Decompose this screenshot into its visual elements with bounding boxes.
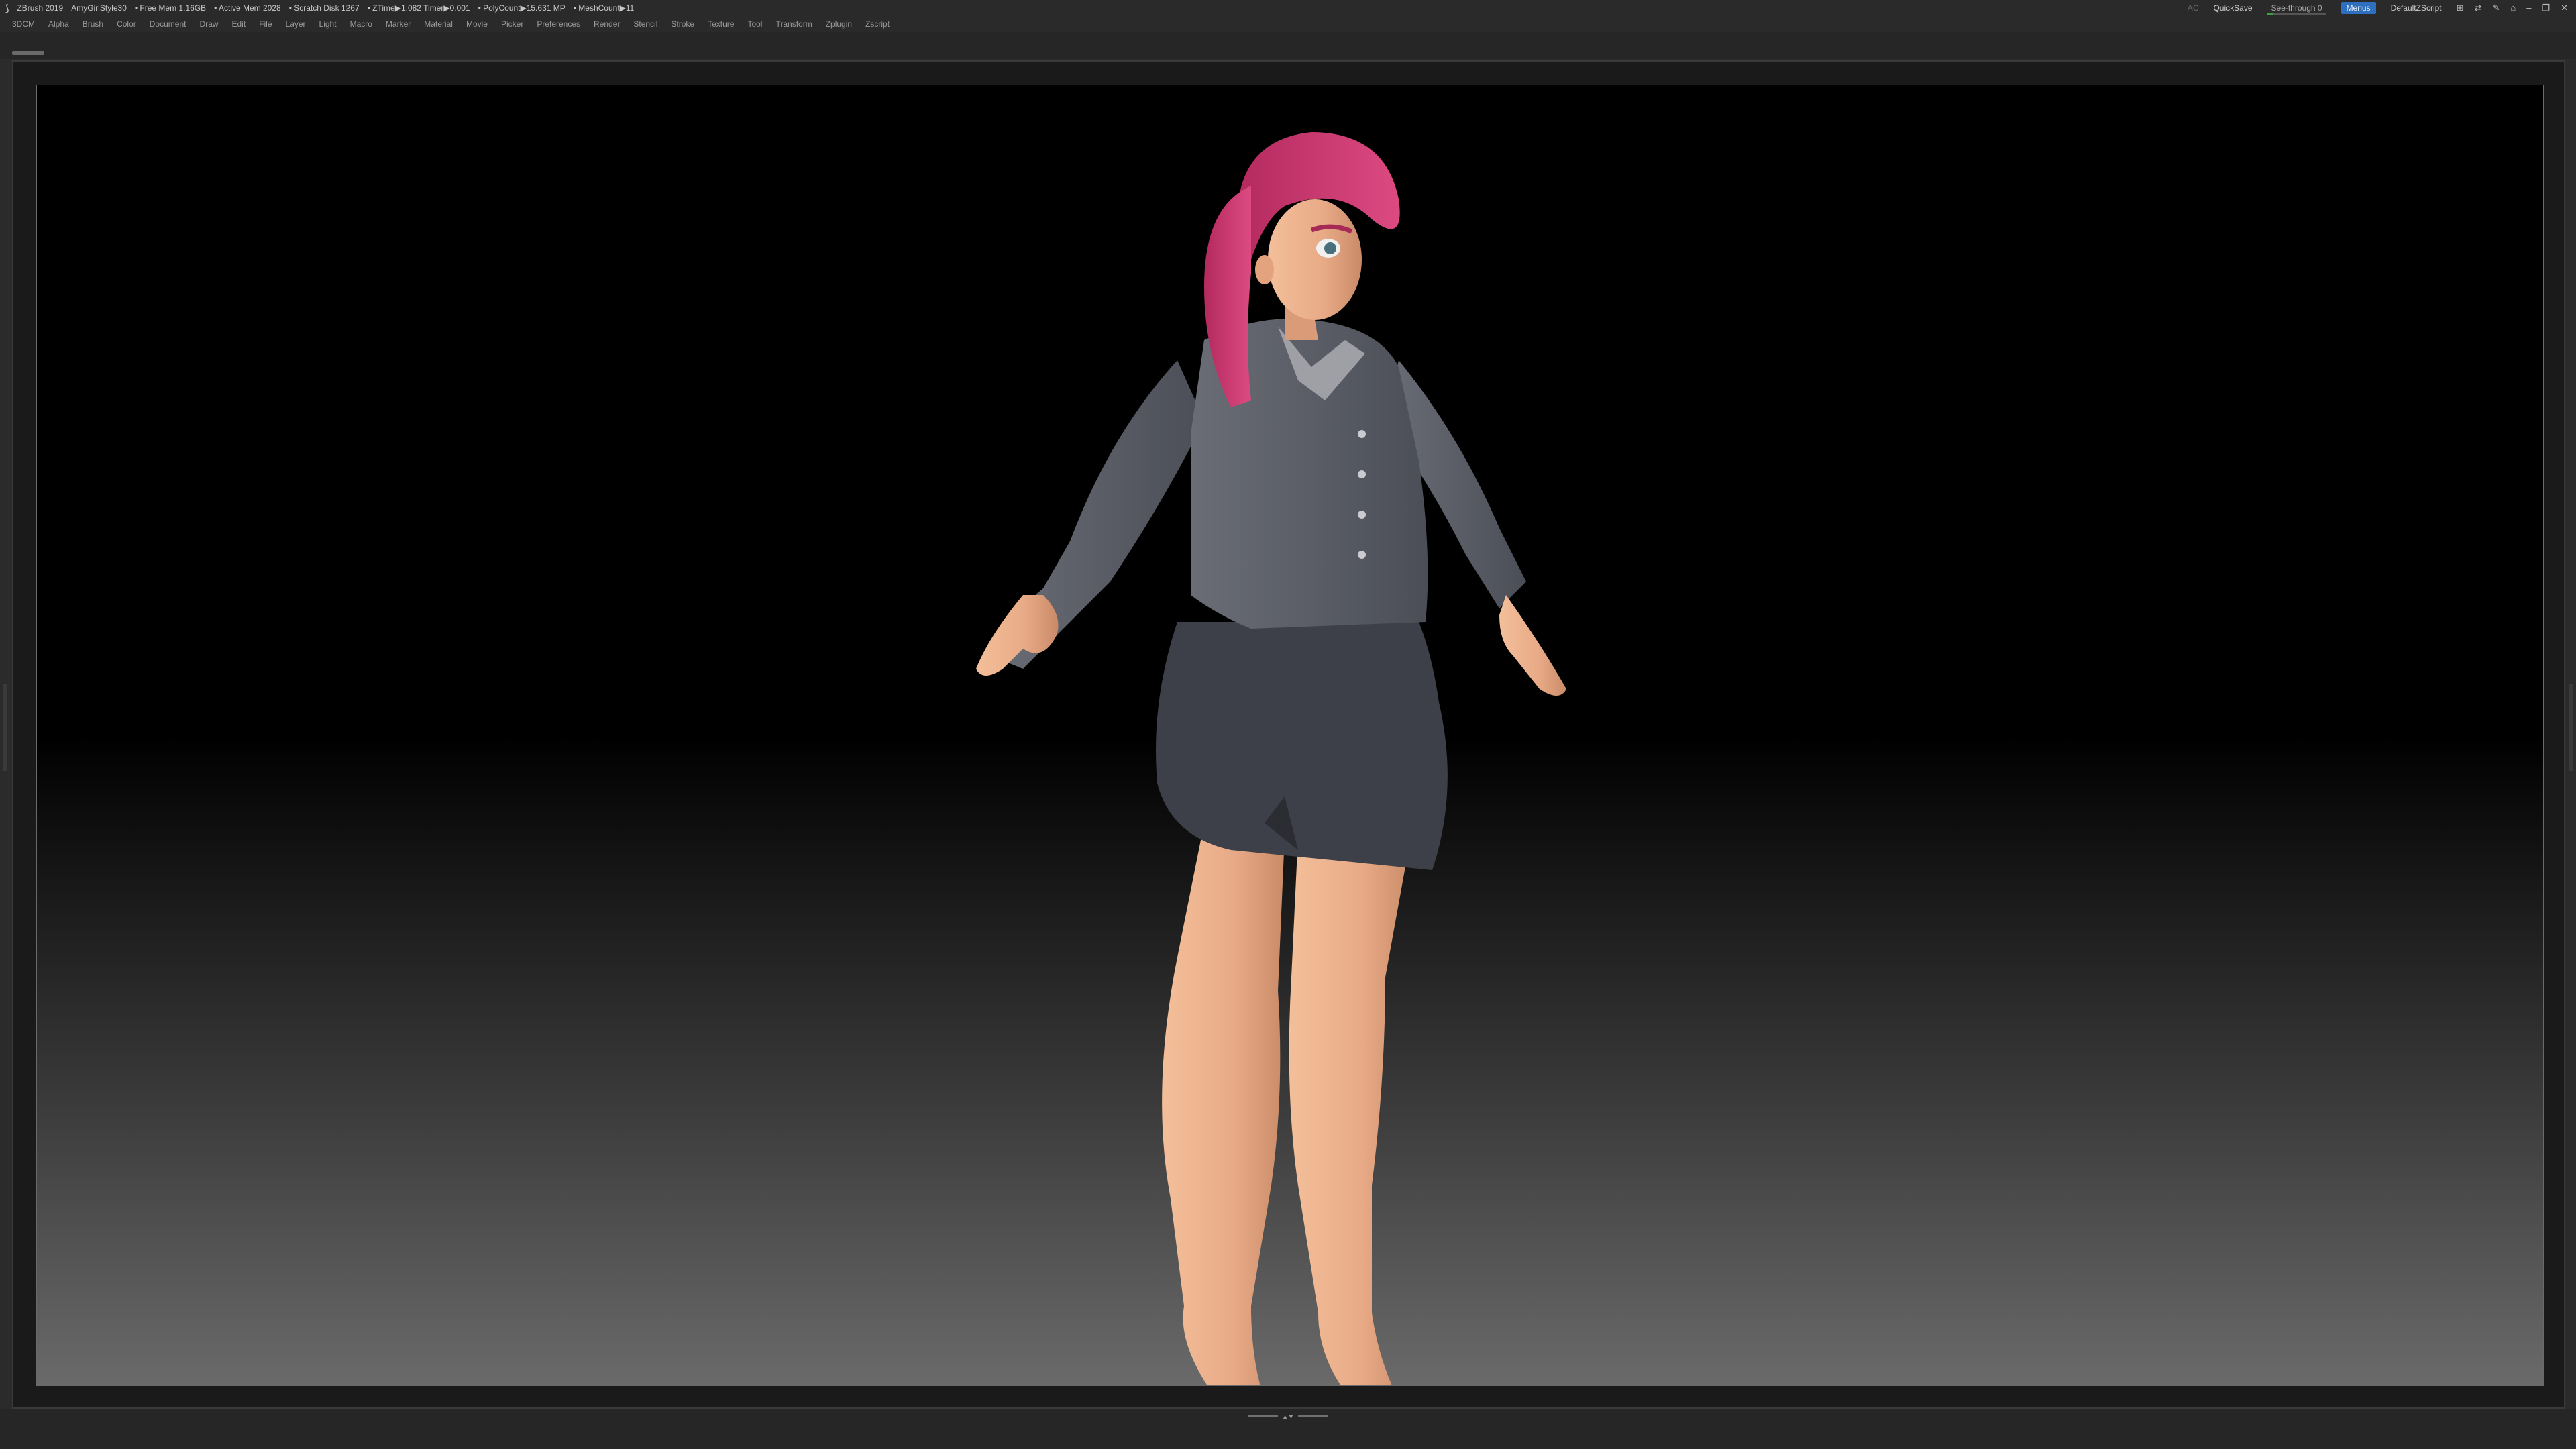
zbrush-icon: ⟆ xyxy=(5,2,9,13)
close-icon[interactable]: ✕ xyxy=(2561,3,2568,13)
menu-zplugin[interactable]: Zplugin xyxy=(826,19,852,29)
menu-light[interactable]: Light xyxy=(319,19,337,29)
bottom-tray: ▲▼ xyxy=(0,1409,2576,1449)
menu-alpha[interactable]: Alpha xyxy=(48,19,69,29)
meshcount: • MeshCount▶11 xyxy=(573,3,635,13)
menu-edit[interactable]: Edit xyxy=(231,19,246,29)
cycle-icon[interactable]: ⇄ xyxy=(2475,3,2482,13)
menu-zscript[interactable]: Zscript xyxy=(865,19,890,29)
menu-color[interactable]: Color xyxy=(117,19,136,29)
collapse-icon: ▲▼ xyxy=(1282,1413,1294,1420)
menu-macro[interactable]: Macro xyxy=(350,19,372,29)
menu-3dcm[interactable]: 3DCM xyxy=(12,19,35,29)
menu-layer[interactable]: Layer xyxy=(286,19,306,29)
scratch-disk: • Scratch Disk 1267 xyxy=(288,3,360,13)
document-name: AmyGirlStyle30 xyxy=(71,3,127,13)
menu-document[interactable]: Document xyxy=(150,19,186,29)
default-zscript[interactable]: DefaultZScript xyxy=(2391,3,2442,13)
app-title: ZBrush 2019 xyxy=(17,3,64,13)
left-tray-grip[interactable] xyxy=(3,684,7,771)
lock-icon[interactable]: ⌂ xyxy=(2510,3,2516,13)
menu-file[interactable]: File xyxy=(259,19,272,29)
minimize-icon[interactable]: – xyxy=(2526,3,2531,13)
menu-bar: 3DCM Alpha Brush Color Document Draw Edi… xyxy=(0,16,2576,32)
left-leg xyxy=(1162,823,1285,1385)
polycount: • PolyCount▶15.631 MP xyxy=(478,3,566,13)
button-2 xyxy=(1358,470,1366,478)
ac-toggle[interactable]: AC xyxy=(2188,3,2199,13)
button-4 xyxy=(1358,551,1366,559)
active-mem: • Active Mem 2028 xyxy=(214,3,281,13)
right-leg xyxy=(1289,830,1412,1385)
layout-icon[interactable]: ⊞ xyxy=(2457,3,2464,13)
menu-stroke[interactable]: Stroke xyxy=(671,19,694,29)
menu-marker[interactable]: Marker xyxy=(386,19,411,29)
quicksave-button[interactable]: QuickSave xyxy=(2213,3,2252,13)
ztime: • ZTime▶1.082 Timer▶0.001 xyxy=(367,3,470,13)
menu-preferences[interactable]: Preferences xyxy=(537,19,580,29)
ear xyxy=(1255,255,1274,284)
menus-toggle[interactable]: Menus xyxy=(2341,2,2376,14)
iris xyxy=(1324,242,1336,254)
brush-palette-icon[interactable]: ✎ xyxy=(2492,3,2500,13)
menu-render[interactable]: Render xyxy=(594,19,620,29)
menu-stencil[interactable]: Stencil xyxy=(633,19,657,29)
title-bar: ⟆ ZBrush 2019 AmyGirlStyle30 • Free Mem … xyxy=(0,0,2576,16)
right-tray-grip[interactable] xyxy=(2569,684,2573,771)
skirt xyxy=(1156,622,1448,870)
menu-movie[interactable]: Movie xyxy=(466,19,488,29)
bottom-tray-grip[interactable]: ▲▼ xyxy=(1245,1413,1331,1420)
menu-draw[interactable]: Draw xyxy=(199,19,218,29)
menu-texture[interactable]: Texture xyxy=(708,19,734,29)
restore-icon[interactable]: ❐ xyxy=(2542,3,2550,13)
menu-brush[interactable]: Brush xyxy=(83,19,103,29)
shelf-handle[interactable] xyxy=(12,51,44,55)
menu-tool[interactable]: Tool xyxy=(747,19,762,29)
viewport[interactable] xyxy=(36,85,2544,1386)
button-1 xyxy=(1358,430,1366,438)
right-hand xyxy=(1499,595,1566,696)
menu-material[interactable]: Material xyxy=(424,19,453,29)
menu-picker[interactable]: Picker xyxy=(501,19,523,29)
free-mem: • Free Mem 1.16GB xyxy=(134,3,207,13)
face xyxy=(1268,199,1362,320)
top-shelf xyxy=(0,32,2576,59)
see-through-slider[interactable]: See-through 0 xyxy=(2267,3,2326,15)
see-through-label: See-through 0 xyxy=(2271,3,2322,13)
menu-transform[interactable]: Transform xyxy=(775,19,812,29)
character-model[interactable] xyxy=(37,85,2544,1386)
button-3 xyxy=(1358,511,1366,519)
document-canvas[interactable] xyxy=(12,60,2565,1409)
